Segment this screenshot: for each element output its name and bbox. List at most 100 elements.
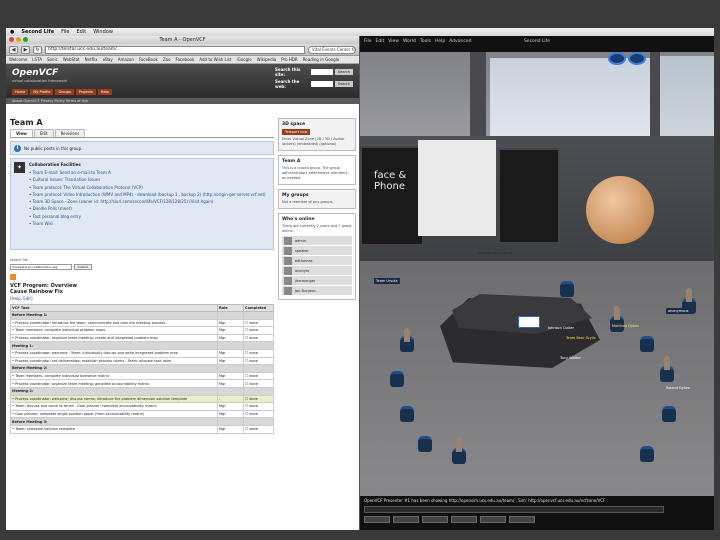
bookmark[interactable]: Facebook bbox=[176, 57, 195, 62]
table-cell-done[interactable]: ☐ done bbox=[243, 356, 274, 366]
table-cell-done[interactable]: ☐ done bbox=[243, 424, 274, 434]
reload-icon[interactable]: ↻ bbox=[33, 45, 42, 54]
sl-avatar[interactable] bbox=[456, 438, 462, 452]
teleport-button[interactable]: Teleport now bbox=[282, 129, 311, 135]
sl-screen-right[interactable] bbox=[498, 148, 560, 244]
table-cell-done[interactable]: ☐ done bbox=[243, 326, 274, 335]
sl-menu-item[interactable]: Help bbox=[435, 39, 445, 44]
apple-icon[interactable]: ● bbox=[10, 29, 14, 35]
sl-chair[interactable] bbox=[640, 336, 654, 352]
sl-bottom-button[interactable] bbox=[422, 516, 448, 523]
sl-avatar[interactable] bbox=[686, 288, 692, 302]
sl-minimap-icon[interactable] bbox=[628, 52, 646, 65]
table-cell-done[interactable]: ☐ done bbox=[243, 409, 274, 419]
bookmark[interactable]: FaceBook bbox=[139, 57, 158, 62]
sl-menu-item[interactable]: Tools bbox=[420, 39, 431, 44]
sl-menu-item[interactable]: File bbox=[364, 39, 372, 44]
sl-bottom-button[interactable] bbox=[393, 516, 419, 523]
online-user[interactable]: Jan Burgess bbox=[282, 286, 352, 296]
sl-chair[interactable] bbox=[560, 281, 574, 297]
table-cell-done[interactable]: ☐ done bbox=[243, 318, 274, 328]
tool-link[interactable]: Team 3D Space - Zone (owner id: http://s… bbox=[29, 199, 270, 204]
second-life-viewer[interactable]: face & Phone Problem Dimension 01 Team U… bbox=[360, 36, 714, 530]
sl-chat-input[interactable] bbox=[364, 506, 664, 513]
sl-avatar[interactable] bbox=[614, 306, 620, 320]
sl-whiteboard[interactable]: Problem Dimension 01 bbox=[418, 140, 513, 255]
sl-minimap-icon[interactable] bbox=[608, 52, 626, 65]
table-cell-done[interactable]: ☐ done bbox=[243, 402, 274, 411]
tab-view[interactable]: View bbox=[10, 129, 33, 137]
site-logo[interactable]: OpenVCF bbox=[12, 68, 58, 78]
bookmark[interactable]: Welcome bbox=[9, 57, 27, 62]
zoom-icon[interactable] bbox=[23, 37, 28, 42]
nav-projects[interactable]: Projects bbox=[75, 89, 96, 95]
browser-search-input[interactable]: Vital Events Center for iPhoto bbox=[308, 45, 356, 54]
menubar-edit[interactable]: Edit bbox=[77, 29, 87, 35]
sl-chair[interactable] bbox=[640, 446, 654, 462]
bookmark[interactable]: Wikipedia bbox=[257, 57, 277, 62]
bookmark[interactable]: eBay bbox=[103, 57, 113, 62]
sl-menu-item[interactable]: Edit bbox=[376, 39, 385, 44]
table-cell-done[interactable]: ☐ done bbox=[243, 379, 274, 388]
tool-link[interactable]: Team Wiki bbox=[29, 221, 270, 226]
sl-presentation-screen[interactable]: face & Phone bbox=[360, 146, 424, 246]
search-site-button[interactable]: Search bbox=[335, 69, 353, 75]
sl-bottom-button[interactable] bbox=[480, 516, 506, 523]
url-input[interactable]: http://telstar.ucs.edu.au/team/... bbox=[45, 45, 305, 54]
menubar-app-name[interactable]: Second Life bbox=[21, 29, 54, 35]
tool-link[interactable]: Team protocol: The Virtual Collaboration… bbox=[29, 185, 270, 190]
online-user[interactable]: speaker bbox=[282, 246, 352, 256]
sl-chair[interactable] bbox=[418, 436, 432, 452]
nav-groups[interactable]: Groups bbox=[55, 89, 74, 95]
online-user[interactable]: admin bbox=[282, 236, 352, 246]
search-web-button[interactable]: Search bbox=[335, 81, 353, 87]
program-links[interactable]: [Help, Edit] bbox=[10, 296, 274, 301]
tool-link[interactable]: Cultural Issues: Translation Issues bbox=[29, 177, 270, 182]
online-user[interactable]: anonym bbox=[282, 266, 352, 276]
table-cell-done[interactable]: ☐ done bbox=[243, 371, 274, 381]
menubar-file[interactable]: File bbox=[61, 29, 69, 35]
table-cell-done[interactable]: ☐ done bbox=[243, 394, 274, 404]
tool-link[interactable]: Fast personal blog entry bbox=[29, 214, 270, 219]
site-substrip[interactable]: About OpenVCF Privacy Policy Terms of Us… bbox=[6, 98, 359, 104]
sl-sphere[interactable] bbox=[586, 176, 654, 244]
sl-chair[interactable] bbox=[390, 371, 404, 387]
bookmark[interactable]: iGoogle bbox=[236, 57, 251, 62]
sl-bottom-button[interactable] bbox=[509, 516, 535, 523]
nav-help[interactable]: Help bbox=[97, 89, 112, 95]
forward-icon[interactable]: ▶ bbox=[21, 45, 30, 54]
sl-bottom-button[interactable] bbox=[451, 516, 477, 523]
bookmark[interactable]: Add to Wish List bbox=[199, 57, 231, 62]
bookmark[interactable]: Amazon bbox=[118, 57, 134, 62]
search-site-input[interactable] bbox=[311, 69, 333, 75]
bookmark[interactable]: LSTA bbox=[32, 57, 42, 62]
online-user[interactable]: jhermanger bbox=[282, 276, 352, 286]
tool-link[interactable]: Team E-mail: Send an e-mail to Team A bbox=[29, 170, 270, 175]
tab-revisions[interactable]: Revisions bbox=[54, 129, 86, 137]
tool-link[interactable]: Team protocol: Video Introduction (WMV a… bbox=[29, 192, 270, 197]
nav-home[interactable]: Home bbox=[12, 89, 29, 95]
bookmark[interactable]: Zoo bbox=[163, 57, 171, 62]
sl-menu-item[interactable]: World bbox=[403, 39, 416, 44]
rss-icon[interactable] bbox=[10, 274, 16, 280]
minimize-icon[interactable] bbox=[16, 37, 21, 42]
sl-document[interactable] bbox=[518, 316, 540, 328]
attach-file-input[interactable]: Unregistered collaboration.jpg bbox=[10, 264, 72, 270]
bookmark[interactable]: Pro HDR bbox=[281, 57, 297, 62]
tab-edit[interactable]: Edit bbox=[33, 129, 54, 137]
menubar-window[interactable]: Window bbox=[93, 29, 113, 35]
tool-link[interactable]: Doodle Polls (meet) bbox=[29, 206, 270, 211]
online-user[interactable]: edthomas bbox=[282, 256, 352, 266]
bookmark[interactable]: WebStat bbox=[63, 57, 80, 62]
sl-avatar[interactable] bbox=[404, 328, 410, 342]
sl-chair[interactable] bbox=[662, 406, 676, 422]
space-text[interactable]: Enter Virtual Zone (2D / 3D / Avatar loc… bbox=[282, 137, 352, 147]
table-cell-done[interactable]: ☐ done bbox=[243, 348, 274, 358]
sl-menu-item[interactable]: View bbox=[388, 39, 399, 44]
back-icon[interactable]: ◀ bbox=[9, 45, 18, 54]
bookmark[interactable]: Sonic bbox=[47, 57, 58, 62]
close-icon[interactable] bbox=[9, 37, 14, 42]
search-web-input[interactable] bbox=[311, 81, 333, 87]
bookmark[interactable]: Reading in Google bbox=[303, 57, 340, 62]
sl-bottom-button[interactable] bbox=[364, 516, 390, 523]
